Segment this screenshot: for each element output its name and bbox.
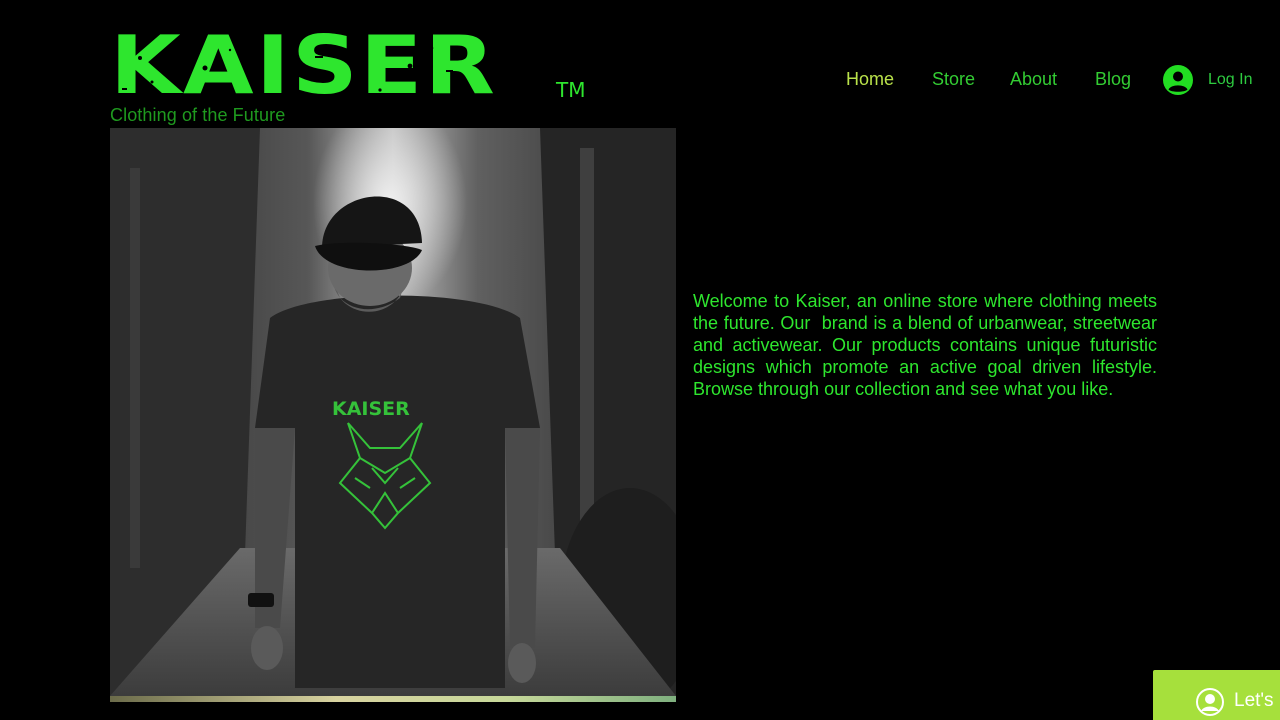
welcome-paragraph: Welcome to Kaiser, an online store where… [693, 291, 1163, 399]
chat-label: Let's [1234, 690, 1274, 711]
login-label: Log In [1208, 71, 1253, 88]
shirt-logo-text: KAISER [332, 398, 410, 420]
nav-about[interactable]: About [1010, 69, 1057, 90]
page: KAISER TM Clothing of the Future Home St… [0, 0, 1280, 720]
chat-widget-button[interactable]: Let's [1153, 670, 1280, 720]
hero-image-bottom-bar [110, 696, 676, 702]
hero-image: KAISER [110, 128, 676, 696]
chat-avatar-icon [1196, 688, 1224, 716]
brand-logo[interactable]: KAISER [110, 26, 495, 106]
nav-store[interactable]: Store [932, 69, 975, 90]
tagline: Clothing of the Future [110, 105, 286, 125]
logo-wordmark: KAISER [110, 19, 498, 112]
trademark-symbol: TM [556, 78, 586, 102]
user-avatar-icon [1163, 65, 1193, 95]
nav-blog[interactable]: Blog [1095, 69, 1131, 90]
hero-photo-illustration: KAISER [110, 128, 676, 696]
login-button[interactable]: Log In [1163, 64, 1252, 96]
nav-home[interactable]: Home [846, 69, 894, 90]
